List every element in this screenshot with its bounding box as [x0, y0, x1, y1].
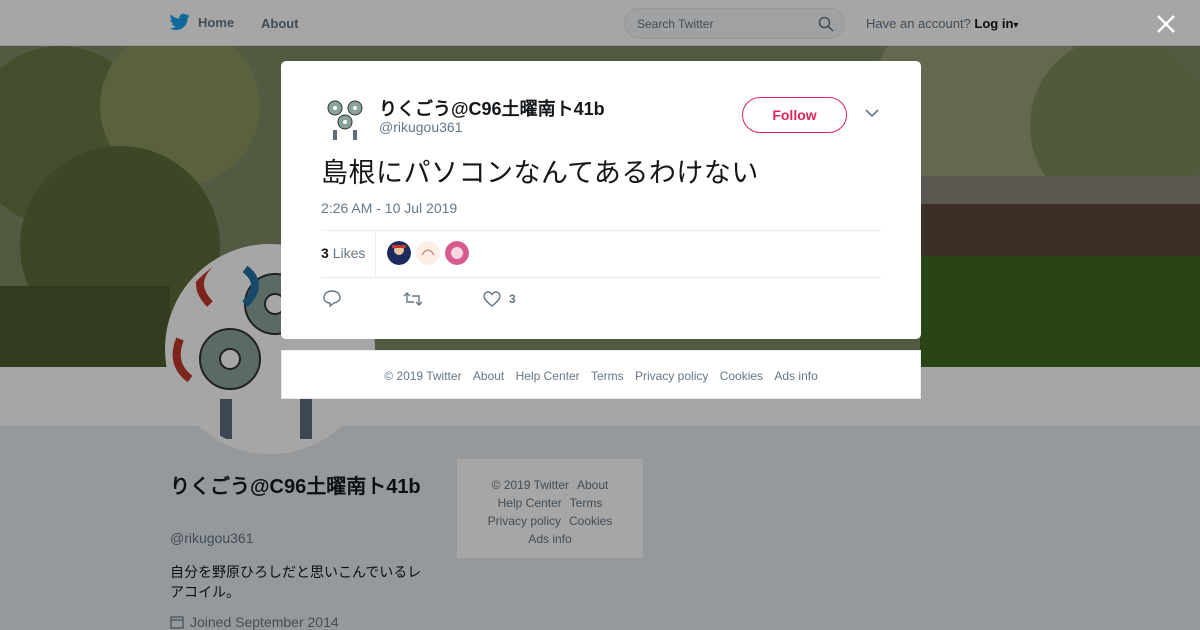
retweet-icon: [403, 291, 423, 306]
divider: [375, 231, 376, 277]
modal-footer: © 2019 Twitter About Help Center Terms P…: [281, 350, 921, 399]
heart-icon: [483, 290, 501, 307]
liker-avatar[interactable]: [387, 241, 411, 265]
liker-avatar[interactable]: [416, 241, 440, 265]
divider: [321, 230, 881, 231]
close-icon[interactable]: [1156, 14, 1176, 34]
tweet-text: 島根にパソコンなんてあるわけない: [321, 158, 759, 189]
likes-count[interactable]: 3 Likes: [321, 245, 365, 261]
footer-help-link[interactable]: Help Center: [516, 369, 580, 383]
tweet-author-handle[interactable]: @rikugou361: [379, 119, 463, 135]
tweet-author-name[interactable]: りくごう@C96土曜南ト41b: [379, 95, 605, 121]
retweet-button[interactable]: [403, 291, 483, 306]
chevron-down-icon[interactable]: [865, 108, 879, 118]
like-count: 3: [509, 291, 516, 306]
like-button[interactable]: 3: [483, 290, 516, 307]
likes-number: 3: [321, 245, 329, 261]
tweet-timestamp[interactable]: 2:26 AM - 10 Jul 2019: [321, 200, 457, 216]
tweet-modal: りくごう@C96土曜南ト41b @rikugou361 Follow 島根にパソ…: [281, 61, 921, 339]
tweet-author-avatar[interactable]: [321, 94, 369, 142]
reply-icon: [323, 290, 341, 307]
footer-about-link[interactable]: About: [473, 369, 504, 383]
footer-terms-link[interactable]: Terms: [591, 369, 624, 383]
liker-avatar[interactable]: [445, 241, 469, 265]
likes-label: Likes: [332, 245, 366, 261]
tweet-actions: 3: [323, 290, 516, 307]
footer-cookies-link[interactable]: Cookies: [720, 369, 763, 383]
follow-button[interactable]: Follow: [742, 97, 847, 133]
reply-button[interactable]: [323, 290, 403, 307]
footer-privacy-link[interactable]: Privacy policy: [635, 369, 708, 383]
divider: [321, 277, 881, 278]
footer-ads-link[interactable]: Ads info: [774, 369, 817, 383]
likers-avatars: [387, 241, 469, 265]
footer-copyright: © 2019 Twitter: [384, 369, 462, 383]
